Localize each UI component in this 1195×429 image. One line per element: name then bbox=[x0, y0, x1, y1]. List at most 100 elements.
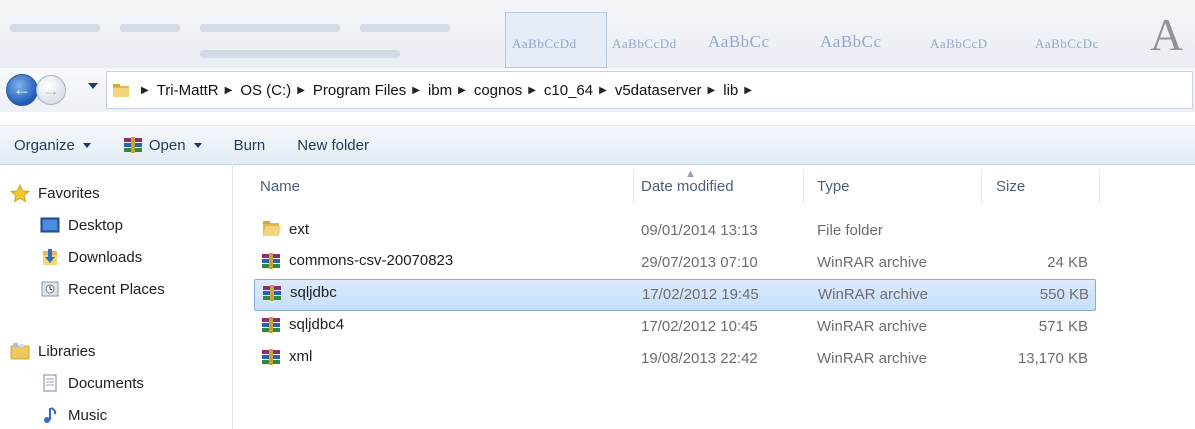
breadcrumb-separator-icon[interactable]: ▶ bbox=[708, 85, 716, 96]
nav-label: Favorites bbox=[38, 184, 100, 202]
back-button[interactable]: ← bbox=[6, 74, 38, 106]
nav-item-recent-places[interactable]: Recent Places bbox=[40, 280, 165, 298]
column-divider[interactable] bbox=[633, 170, 634, 204]
file-row[interactable]: ext 09/01/2014 13:13 File folder bbox=[255, 216, 1095, 246]
nav-label: Recent Places bbox=[68, 280, 165, 298]
file-type: WinRAR archive bbox=[817, 254, 928, 271]
chevron-down-icon bbox=[193, 142, 202, 148]
navigation-pane: Favorites Desktop Downloads Recent Place… bbox=[0, 164, 233, 429]
file-type: File folder bbox=[817, 222, 883, 239]
breadcrumb-separator-icon[interactable]: ▶ bbox=[744, 85, 752, 96]
file-size: 13,170 KB bbox=[1017, 350, 1088, 367]
winrar-archive-icon bbox=[123, 137, 142, 153]
file-row[interactable]: commons-csv-20070823 29/07/2013 07:10 Wi… bbox=[255, 248, 1095, 278]
winrar-archive-icon bbox=[263, 284, 281, 301]
file-type: WinRAR archive bbox=[817, 318, 928, 335]
column-divider[interactable] bbox=[803, 170, 804, 204]
column-header-date-modified[interactable]: Date modified bbox=[641, 178, 734, 195]
style-label: AaBbCcDc bbox=[1035, 36, 1099, 51]
burn-button[interactable]: Burn bbox=[234, 137, 266, 154]
winrar-archive-icon bbox=[262, 252, 280, 269]
breadcrumb-separator-icon[interactable]: ▶ bbox=[458, 85, 466, 96]
new-folder-button[interactable]: New folder bbox=[297, 137, 369, 154]
column-divider[interactable] bbox=[981, 170, 982, 204]
file-date: 29/07/2013 07:10 bbox=[641, 254, 758, 271]
breadcrumb-separator-icon[interactable]: ▶ bbox=[412, 85, 420, 96]
file-name: sqljdbc bbox=[290, 284, 337, 301]
file-size: 571 KB bbox=[1038, 318, 1088, 335]
file-date: 09/01/2014 13:13 bbox=[641, 222, 758, 239]
nav-item-downloads[interactable]: Downloads bbox=[40, 248, 142, 266]
file-name-cell: xml bbox=[261, 348, 312, 365]
nav-label: Downloads bbox=[68, 248, 143, 266]
nav-item-desktop[interactable]: Desktop bbox=[40, 216, 123, 234]
column-header-name[interactable]: Name bbox=[260, 178, 300, 195]
command-toolbar: Organize Open Burn New folder bbox=[0, 125, 1195, 165]
file-name: ext bbox=[289, 220, 310, 238]
nav-item-favorites[interactable]: Favorites bbox=[10, 184, 100, 202]
style-label: AaBbCc bbox=[708, 32, 770, 51]
file-row[interactable]: xml 19/08/2013 22:42 WinRAR archive 13,1… bbox=[255, 344, 1095, 374]
file-size: 24 KB bbox=[1047, 254, 1088, 271]
new-folder-label: New folder bbox=[297, 136, 369, 154]
back-arrow-icon: ← bbox=[13, 79, 31, 99]
breadcrumb-item[interactable]: c10_64 bbox=[544, 82, 593, 99]
file-row-selected[interactable]: sqljdbc 17/02/2012 19:45 WinRAR archive … bbox=[254, 279, 1096, 311]
breadcrumb-item[interactable]: v5dataserver bbox=[615, 82, 702, 99]
breadcrumb-item[interactable]: ibm bbox=[428, 82, 452, 99]
file-date: 17/02/2012 19:45 bbox=[642, 286, 759, 303]
breadcrumb-separator-icon[interactable]: ▶ bbox=[297, 85, 305, 96]
folder-icon bbox=[113, 83, 129, 97]
file-row[interactable]: sqljdbc4 17/02/2012 10:45 WinRAR archive… bbox=[255, 312, 1095, 342]
nav-item-music[interactable]: Music bbox=[40, 406, 107, 424]
breadcrumb-separator-icon[interactable]: ▶ bbox=[599, 85, 607, 96]
breadcrumb-item[interactable]: cognos bbox=[474, 82, 522, 99]
file-name: commons-csv-20070823 bbox=[289, 252, 454, 269]
file-name-cell: sqljdbc bbox=[262, 284, 337, 301]
desktop-icon bbox=[40, 217, 60, 233]
style-label: AaBbCcD bbox=[930, 36, 988, 51]
recent-places-icon bbox=[41, 281, 59, 297]
nav-label: Desktop bbox=[68, 216, 124, 234]
nav-label: Libraries bbox=[38, 342, 96, 360]
style-label: AaBbCcDd bbox=[612, 36, 677, 51]
breadcrumb-item[interactable]: lib bbox=[723, 82, 738, 99]
breadcrumb-item[interactable]: Tri-MattR bbox=[157, 82, 219, 99]
style-label: AaBbCc bbox=[820, 32, 882, 51]
file-type: WinRAR archive bbox=[817, 350, 928, 367]
open-button[interactable]: Open bbox=[123, 137, 202, 154]
change-styles-icon: A bbox=[1150, 9, 1184, 60]
folder-icon bbox=[263, 221, 281, 236]
breadcrumb-item[interactable]: OS (C:) bbox=[240, 82, 291, 99]
file-name: xml bbox=[289, 348, 313, 365]
file-type: WinRAR archive bbox=[818, 286, 929, 303]
background-ribbon: AaBbCcDd AaBbCcDd AaBbCc AaBbCc AaBbCcD … bbox=[0, 0, 1195, 68]
organize-button[interactable]: Organize bbox=[14, 137, 91, 154]
column-divider[interactable] bbox=[1099, 170, 1100, 204]
column-header-size[interactable]: Size bbox=[996, 178, 1025, 195]
winrar-archive-icon bbox=[262, 316, 280, 333]
file-date: 17/02/2012 10:45 bbox=[641, 318, 758, 335]
breadcrumb-separator-icon[interactable]: ▶ bbox=[528, 85, 536, 96]
recent-pages-dropdown[interactable] bbox=[88, 83, 98, 89]
breadcrumb-item[interactable]: Program Files bbox=[313, 82, 406, 99]
organize-label: Organize bbox=[14, 136, 75, 154]
file-name: sqljdbc4 bbox=[289, 316, 345, 333]
forward-button[interactable]: → bbox=[36, 75, 66, 105]
breadcrumb-separator-icon[interactable]: ▶ bbox=[141, 85, 149, 96]
file-date: 19/08/2013 22:42 bbox=[641, 350, 758, 367]
burn-label: Burn bbox=[233, 136, 266, 154]
file-list: Name ▲ Date modified Type Size ext 09/01… bbox=[233, 164, 1195, 429]
file-name-cell: sqljdbc4 bbox=[261, 316, 344, 333]
file-name-cell: ext bbox=[261, 220, 309, 238]
documents-icon bbox=[43, 374, 57, 392]
breadcrumb-separator-icon[interactable]: ▶ bbox=[225, 85, 233, 96]
libraries-icon bbox=[10, 343, 30, 360]
column-header-row: Name ▲ Date modified Type Size bbox=[233, 164, 1193, 208]
winrar-archive-icon bbox=[262, 348, 280, 365]
nav-item-documents[interactable]: Documents bbox=[40, 374, 144, 392]
nav-item-libraries[interactable]: Libraries bbox=[10, 342, 96, 360]
address-bar: ← → ▶ Tri-MattR ▶ OS (C:) ▶ Program File… bbox=[0, 68, 1195, 112]
breadcrumb[interactable]: ▶ Tri-MattR ▶ OS (C:) ▶ Program Files ▶ … bbox=[106, 71, 1193, 109]
column-header-type[interactable]: Type bbox=[817, 178, 850, 195]
